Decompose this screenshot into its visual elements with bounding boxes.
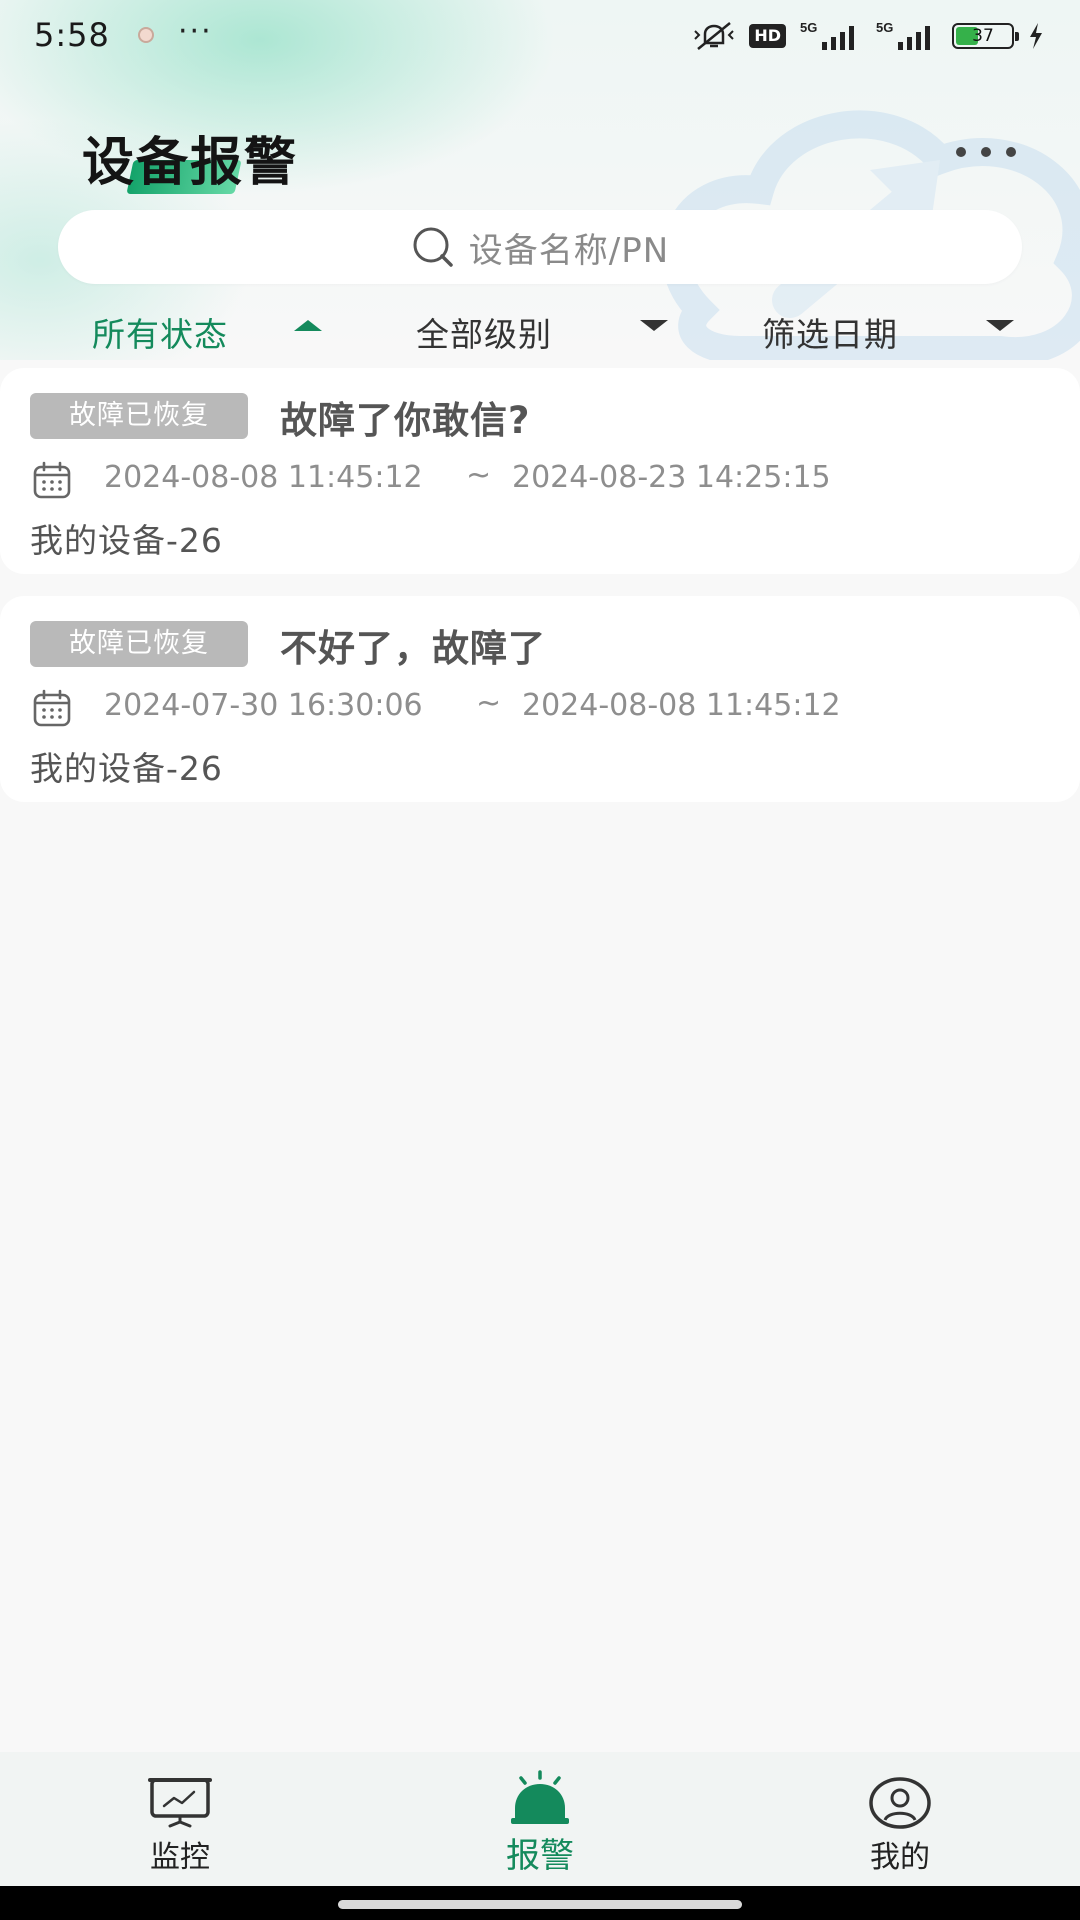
hd-voice-icon: HD bbox=[749, 24, 786, 48]
nav-item-monitor[interactable]: 监控 bbox=[80, 1752, 280, 1886]
page-title: 设备报警 bbox=[82, 133, 299, 193]
monitor-icon bbox=[148, 1778, 212, 1828]
svg-text:5G: 5G bbox=[876, 20, 893, 35]
nav-item-alarm[interactable]: 报警 bbox=[440, 1752, 640, 1886]
gesture-navigation-bar bbox=[0, 1886, 1080, 1920]
status-badge: 故障已恢复 bbox=[30, 393, 248, 439]
status-more-notifications: ··· bbox=[178, 14, 213, 49]
battery-level: 37 bbox=[972, 26, 994, 46]
calendar-icon bbox=[33, 461, 71, 499]
battery-icon: 37 bbox=[952, 23, 1019, 49]
more-dots-icon bbox=[956, 147, 966, 157]
alarm-title: 故障了你敢信? bbox=[280, 399, 531, 442]
search-placeholder: 设备名称/PN bbox=[468, 230, 670, 271]
filter-bar: 所有状态 全部级别 筛选日期 bbox=[0, 300, 1080, 364]
more-options-button[interactable] bbox=[956, 140, 1016, 164]
time-separator: ~ bbox=[476, 686, 502, 721]
status-bar: 5:58 ··· HD 5G 5G 37 bbox=[0, 0, 1080, 72]
calendar-icon bbox=[33, 689, 71, 727]
alarm-title: 不好了，故障了 bbox=[280, 627, 546, 670]
alarm-card[interactable]: 故障已恢复 故障了你敢信? 2024-08-08 11:45:12 ~ 2024… bbox=[0, 368, 1080, 574]
alarm-start-time: 2024-07-30 16:30:06 bbox=[104, 688, 423, 723]
device-name: 我的设备-26 bbox=[30, 521, 223, 560]
signal-strength-icon: 5G bbox=[800, 20, 854, 50]
alarm-end-time: 2024-08-23 14:25:15 bbox=[512, 460, 831, 495]
filter-status-label: 所有状态 bbox=[92, 315, 228, 354]
alarm-start-time: 2024-08-08 11:45:12 bbox=[104, 460, 423, 495]
filter-level-label: 全部级别 bbox=[416, 315, 552, 354]
nav-item-profile[interactable]: 我的 bbox=[800, 1752, 1000, 1886]
status-time: 5:58 bbox=[34, 16, 110, 54]
alarm-end-time: 2024-08-08 11:45:12 bbox=[522, 688, 841, 723]
nav-label-profile: 我的 bbox=[870, 1840, 930, 1875]
user-profile-icon bbox=[869, 1777, 931, 1829]
search-input[interactable]: 设备名称/PN bbox=[58, 210, 1022, 284]
charging-bolt-icon bbox=[1030, 23, 1042, 49]
home-indicator[interactable] bbox=[338, 1900, 742, 1909]
filter-level[interactable]: 全部级别 bbox=[416, 310, 552, 354]
mute-vibrate-icon bbox=[694, 22, 735, 50]
svg-text:5G: 5G bbox=[800, 20, 817, 35]
caret-down-icon bbox=[640, 320, 668, 331]
alarm-card[interactable]: 故障已恢复 不好了，故障了 2024-07-30 16:30:06 ~ 2024… bbox=[0, 596, 1080, 802]
nav-label-monitor: 监控 bbox=[150, 1840, 210, 1875]
filter-status[interactable]: 所有状态 bbox=[92, 310, 228, 354]
search-icon bbox=[413, 227, 453, 267]
title-area: 设备报警 bbox=[82, 120, 298, 195]
alarm-screen: 5:58 ··· HD 5G 5G 37 设备报警 设备名称/PN 所有状态 全… bbox=[0, 0, 1080, 1920]
signal-strength-2-icon: 5G bbox=[876, 20, 930, 50]
filter-date[interactable]: 筛选日期 bbox=[762, 310, 898, 354]
filter-date-label: 筛选日期 bbox=[762, 315, 898, 354]
device-name: 我的设备-26 bbox=[30, 749, 223, 788]
notification-app-icon bbox=[138, 27, 154, 43]
alarm-siren-icon bbox=[511, 1770, 569, 1824]
status-badge: 故障已恢复 bbox=[30, 621, 248, 667]
caret-down-icon bbox=[986, 320, 1014, 331]
time-separator: ~ bbox=[466, 458, 492, 493]
status-icons: HD 5G 5G 37 bbox=[693, 20, 1044, 52]
bottom-navigation: 监控 报警 我的 bbox=[0, 1752, 1080, 1886]
nav-label-alarm: 报警 bbox=[506, 1836, 574, 1876]
caret-up-icon bbox=[294, 320, 322, 331]
